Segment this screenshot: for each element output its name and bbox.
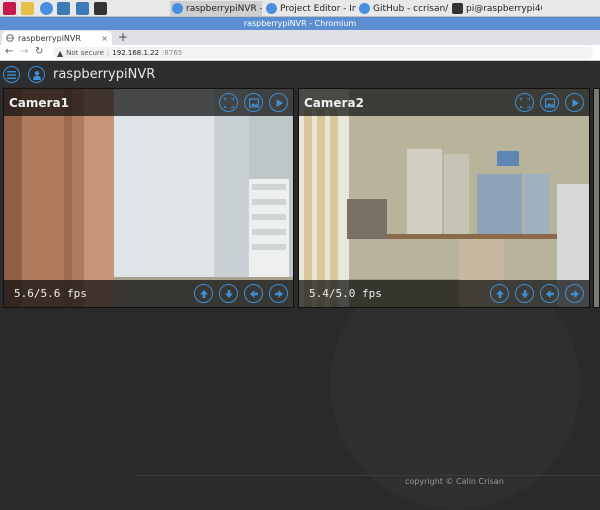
fullscreen-icon — [519, 97, 530, 108]
camera-2-fps: 5.4/5.0 fps — [309, 287, 382, 300]
forward-arrow-icon[interactable]: → — [20, 46, 28, 57]
camera-1-fullscreen-button[interactable] — [219, 93, 238, 112]
image-icon — [248, 97, 259, 108]
taskbar-item-terminal[interactable]: pi@raspberrypi400: ~ — [450, 1, 542, 16]
play-icon — [572, 98, 579, 107]
camera-1-name: Camera1 — [9, 95, 69, 110]
fullscreen-icon — [223, 97, 234, 108]
url-bar[interactable]: ▲ Not secure | 192.168.1.22:8765 — [53, 47, 593, 59]
camera-frame-3-partial[interactable] — [593, 88, 600, 308]
terminal-icon[interactable] — [94, 2, 107, 15]
camera-2-pan-right-button[interactable] — [565, 284, 584, 303]
globe-icon — [6, 34, 14, 42]
not-secure-label: Not secure — [66, 49, 104, 57]
camera-2-movies-button[interactable] — [565, 93, 584, 112]
arrow-right-icon — [570, 289, 579, 298]
tab-close-button[interactable]: × — [101, 34, 108, 43]
chromium-icon — [172, 3, 183, 14]
camera-1-movies-button[interactable] — [269, 93, 288, 112]
os-taskbar: raspberrypiNVR - Chr... Project Editor -… — [0, 0, 600, 17]
tab-label: raspberrypiNVR — [18, 33, 81, 43]
arrow-down-icon — [224, 289, 233, 298]
camera-1-bottom-bar: 5.6/5.6 fps — [4, 280, 293, 307]
camera-2-name: Camera2 — [304, 95, 364, 110]
browser-tab[interactable]: raspberrypiNVR × — [2, 31, 112, 45]
url-port: :8765 — [162, 49, 183, 57]
camera-2-bottom-bar: 5.4/5.0 fps — [299, 280, 589, 307]
camera-1-top-bar: Camera1 — [4, 89, 293, 116]
app-title: raspberrypiNVR — [53, 67, 156, 82]
chromium-icon — [266, 3, 277, 14]
camera-1-pan-right-button[interactable] — [269, 284, 288, 303]
address-toolbar: ← → ↻ ▲ Not secure | 192.168.1.22:8765 — [0, 45, 600, 61]
camera-1-pan-left-button[interactable] — [244, 284, 263, 303]
python-icon[interactable] — [57, 2, 70, 15]
camera-2-pan-left-button[interactable] — [540, 284, 559, 303]
new-tab-button[interactable]: + — [118, 30, 128, 44]
arrow-up-icon — [199, 289, 208, 298]
browser-launcher-icon[interactable] — [40, 2, 53, 15]
camera-2-top-bar: Camera2 — [299, 89, 589, 116]
arrow-left-icon — [249, 289, 258, 298]
arrow-left-icon — [545, 289, 554, 298]
hamburger-icon — [7, 70, 16, 79]
copyright-text: copyright © Calin Crisan — [405, 477, 504, 486]
raspberry-menu-icon[interactable] — [3, 2, 16, 15]
menu-button[interactable] — [3, 66, 20, 83]
camera-frame-2[interactable]: Camera2 5.4/5.0 fps — [298, 88, 590, 308]
warning-icon: ▲ — [57, 48, 64, 58]
camera-2-fullscreen-button[interactable] — [515, 93, 534, 112]
url-separator: | — [106, 49, 110, 57]
footer-divider — [135, 475, 600, 476]
app-header: raspberrypiNVR — [0, 62, 600, 87]
camera-1-pictures-button[interactable] — [244, 93, 263, 112]
camera-1-fps: 5.6/5.6 fps — [14, 287, 87, 300]
arrow-right-icon — [274, 289, 283, 298]
arrow-down-icon — [520, 289, 529, 298]
camera-1-pan-up-button[interactable] — [194, 284, 213, 303]
camera-2-pan-down-button[interactable] — [515, 284, 534, 303]
window-title: raspberrypiNVR - Chromium — [243, 19, 357, 28]
play-icon — [276, 98, 283, 107]
chromium-icon — [359, 3, 370, 14]
terminal-icon — [452, 3, 463, 14]
python-icon-2[interactable] — [76, 2, 89, 15]
url-host: 192.168.1.22 — [112, 49, 160, 57]
camera-1-pan-down-button[interactable] — [219, 284, 238, 303]
camera-2-feed-image — [299, 89, 589, 307]
arrow-up-icon — [495, 289, 504, 298]
back-arrow-icon[interactable]: ← — [5, 46, 13, 57]
user-button[interactable] — [28, 66, 45, 83]
camera-1-feed-image — [4, 89, 293, 307]
image-icon — [544, 97, 555, 108]
file-manager-icon[interactable] — [21, 2, 34, 15]
camera-frame-1[interactable]: Camera1 5.6/5.6 fps — [3, 88, 294, 308]
user-icon — [32, 70, 41, 80]
taskbar-item-project-editor[interactable]: Project Editor - Instru... — [264, 1, 356, 16]
taskbar-item-chromium[interactable]: raspberrypiNVR - Chr... — [170, 1, 262, 16]
browser-tabstrip: raspberrypiNVR × + — [0, 30, 600, 45]
reload-icon[interactable]: ↻ — [35, 46, 43, 57]
camera-2-pan-up-button[interactable] — [490, 284, 509, 303]
camera-2-pictures-button[interactable] — [540, 93, 559, 112]
taskbar-item-github[interactable]: GitHub - ccrisan/moti... — [357, 1, 449, 16]
window-titlebar: raspberrypiNVR - Chromium — [0, 17, 600, 30]
